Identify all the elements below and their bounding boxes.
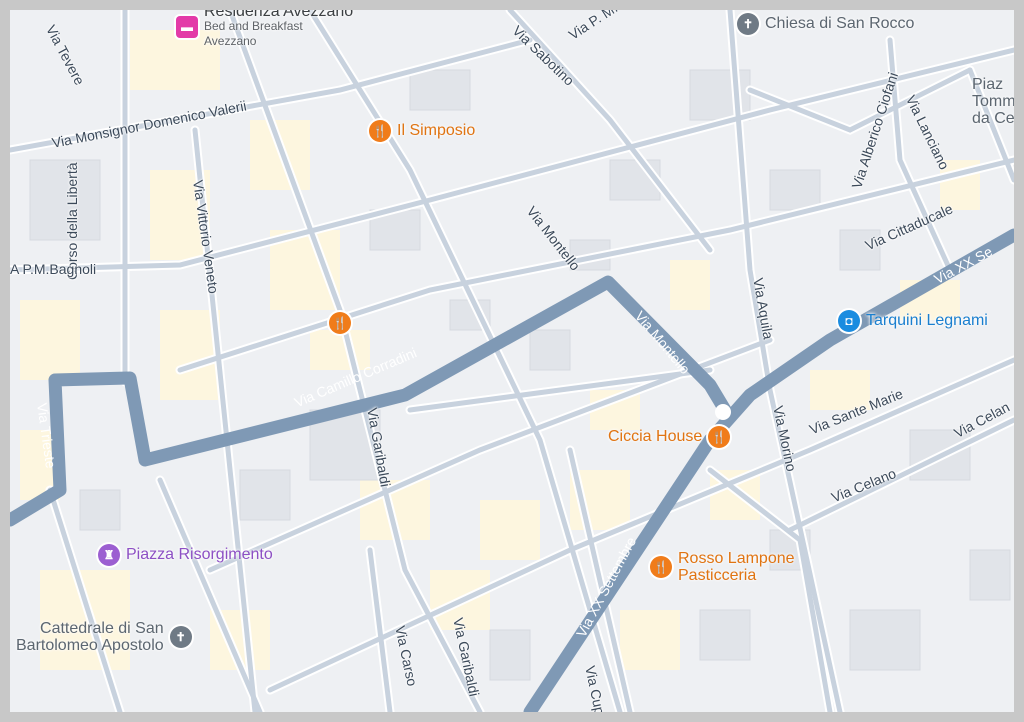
poi-chiesa-san-rocco[interactable]: ✝ Chiesa di San Rocco xyxy=(737,13,914,35)
poi-il-simposio[interactable]: 🍴 Il Simposio xyxy=(369,120,475,142)
poi-unnamed-restaurant[interactable]: 🍴 xyxy=(329,312,351,334)
poi-il-simposio-label: Il Simposio xyxy=(397,122,476,139)
poi-piazza-top[interactable]: Piaz Tomm da Ce xyxy=(972,76,1014,127)
poi-chiesa-label: Chiesa di San Rocco xyxy=(765,15,915,32)
poi-piazza-label: Piazza Risorgimento xyxy=(126,546,273,563)
restaurant-icon: 🍴 xyxy=(369,120,391,142)
poi-cattedrale-line2: Bartolomeo Apostolo xyxy=(16,637,164,654)
poi-residenza-avezzano[interactable]: ▬ Residenza Avezzano Bed and Breakfast A… xyxy=(176,10,353,49)
poi-ciccia-label: Ciccia House xyxy=(608,428,703,445)
restaurant-icon: 🍴 xyxy=(650,556,672,578)
castle-icon: ♜ xyxy=(98,544,120,566)
poi-cattedrale[interactable]: Cattedrale di San Bartolomeo Apostolo ✝ xyxy=(16,620,192,654)
poi-ciccia-house[interactable]: Ciccia House 🍴 xyxy=(608,426,731,448)
restaurant-icon: 🍴 xyxy=(329,312,351,334)
street-pm-bagnoli: A P.M.Bagnoli xyxy=(10,261,97,277)
poi-residenza-sub1: Bed and Breakfast xyxy=(204,19,303,33)
poi-piazza-top-line2: Tomm xyxy=(972,93,1014,110)
poi-rosso-line2: Pasticceria xyxy=(678,567,757,584)
restaurant-icon: 🍴 xyxy=(708,426,731,448)
poi-rosso-lampone[interactable]: 🍴 Rosso Lampone Pasticceria xyxy=(650,550,795,584)
roundabout xyxy=(715,404,731,420)
poi-tarquini-label: Tarquini Legnami xyxy=(866,312,988,329)
church-icon: ✝ xyxy=(169,626,192,648)
shopping-bag-icon: ◘ xyxy=(838,310,860,332)
poi-cattedrale-line1: Cattedrale di San xyxy=(40,620,164,637)
church-icon: ✝ xyxy=(737,13,759,35)
poi-tarquini-legnami[interactable]: ◘ Tarquini Legnami xyxy=(838,310,988,332)
poi-piazza-top-line1: Piaz xyxy=(972,76,1004,93)
hotel-icon: ▬ xyxy=(176,15,198,38)
poi-residenza-sub2: Avezzano xyxy=(204,34,257,48)
poi-piazza-risorgimento[interactable]: ♜ Piazza Risorgimento xyxy=(98,544,273,566)
map-canvas[interactable]: Via Tevere Via Sabotino Via P. M. Via Mo… xyxy=(10,10,1014,712)
poi-piazza-top-line3: da Ce xyxy=(972,110,1014,127)
poi-rosso-line1: Rosso Lampone xyxy=(678,550,795,567)
